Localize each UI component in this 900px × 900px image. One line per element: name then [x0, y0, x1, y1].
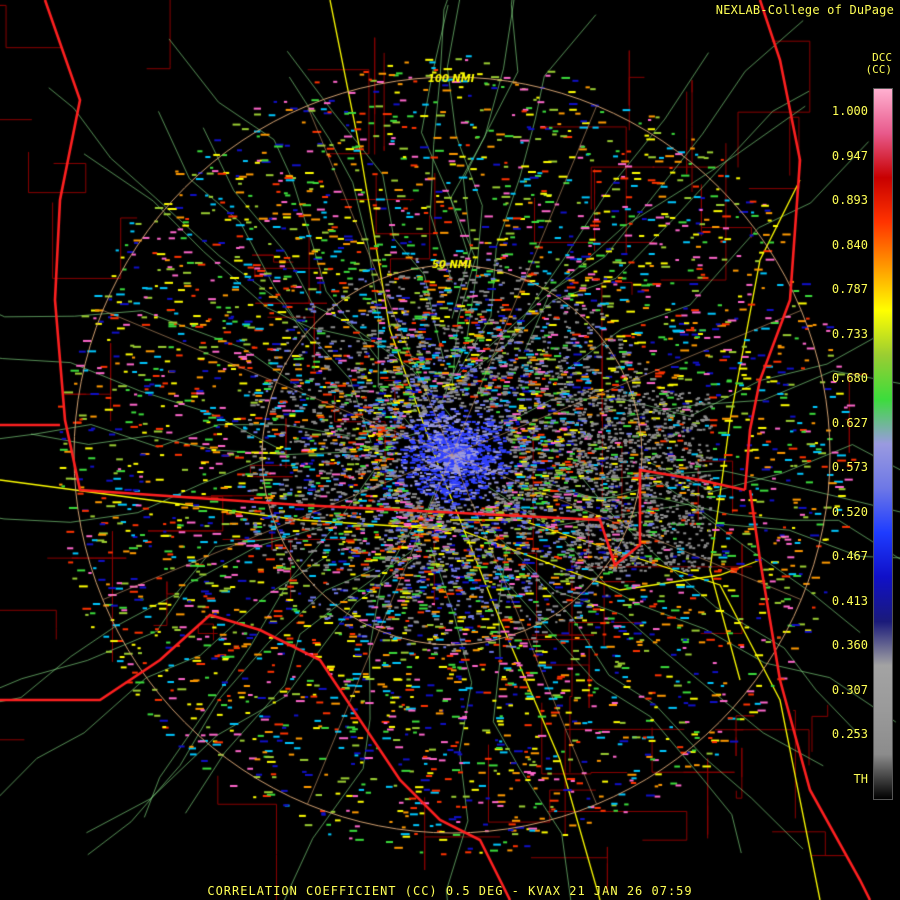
scale-label: TH: [853, 771, 868, 786]
scale-label: 1.000: [831, 104, 868, 118]
radar-map: [0, 0, 900, 900]
scale-label: 0.467: [831, 549, 868, 563]
footer-caption: CORRELATION COEFFICIENT (CC) 0.5 DEG - K…: [207, 884, 693, 898]
scale-label: 0.733: [831, 326, 868, 341]
scale-label: 0.307: [831, 682, 868, 697]
scale-label: 0.360: [831, 638, 868, 652]
scale-label: 0.627: [831, 415, 868, 430]
product-unit: (CC): [865, 63, 893, 76]
scale-label: 0.413: [831, 593, 868, 608]
scale-label: 0.947: [831, 148, 868, 163]
scale-label: 0.520: [831, 504, 868, 519]
scale-label: 0.253: [831, 727, 868, 741]
scale-label: 0.573: [831, 460, 868, 474]
scale-label: 0.840: [831, 237, 868, 252]
color-scale-bar: [873, 88, 893, 800]
scale-label: 0.893: [831, 193, 868, 207]
legend-title: DCC (CC): [836, 52, 893, 76]
credit-label: NEXLAB-College of DuPage: [715, 3, 894, 17]
scale-label: 0.787: [831, 282, 868, 296]
scale-label: 0.680: [831, 371, 868, 385]
